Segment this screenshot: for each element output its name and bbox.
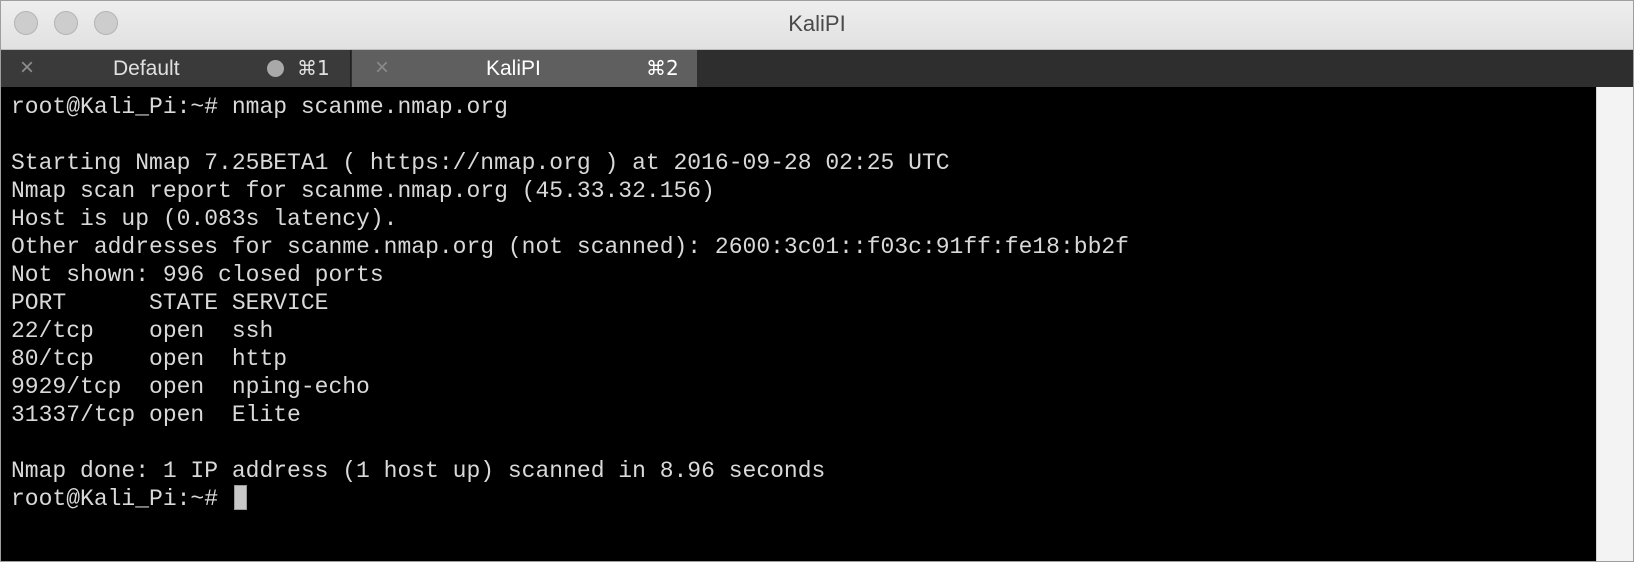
terminal-line: root@Kali_Pi:~# nmap scanme.nmap.org <box>11 94 508 120</box>
terminal-line: 22/tcp open ssh <box>11 318 274 344</box>
terminal-line: Starting Nmap 7.25BETA1 ( https://nmap.o… <box>11 150 950 176</box>
close-tab-icon[interactable]: × <box>15 56 39 80</box>
close-tab-icon[interactable]: × <box>370 56 394 80</box>
tab-default[interactable]: × Default ⌘1 <box>1 50 351 87</box>
tab-shortcut: ⌘1 <box>297 56 330 80</box>
terminal-line: Nmap done: 1 IP address (1 host up) scan… <box>11 458 826 484</box>
tab-kalipi[interactable]: × KaliPI ⌘2 <box>352 50 697 87</box>
terminal-line: Host is up (0.083s latency). <box>11 206 398 232</box>
terminal-window: KaliPI × Default ⌘1 × KaliPI ⌘2 root@Kal… <box>0 0 1634 562</box>
terminal-line: Nmap scan report for scanme.nmap.org (45… <box>11 178 715 204</box>
tab-shortcut: ⌘2 <box>646 56 679 80</box>
prompt-line[interactable]: root@Kali_Pi:~# <box>11 485 1129 513</box>
text-cursor <box>233 485 247 510</box>
shell-prompt: root@Kali_Pi:~# <box>11 486 232 512</box>
window-title: KaliPI <box>788 11 846 36</box>
vertical-scrollbar[interactable] <box>1596 87 1633 561</box>
terminal-line: Other addresses for scanme.nmap.org (not… <box>11 234 1129 260</box>
tab-bar: × Default ⌘1 × KaliPI ⌘2 <box>1 49 1633 87</box>
activity-indicator-icon <box>267 60 284 77</box>
terminal-line: 80/tcp open http <box>11 346 288 372</box>
tab-title: Default <box>113 57 180 80</box>
terminal-output[interactable]: root@Kali_Pi:~# nmap scanme.nmap.org Sta… <box>1 87 1596 561</box>
terminal-line: 31337/tcp open Elite <box>11 402 301 428</box>
terminal-line: PORT STATE SERVICE <box>11 290 329 316</box>
terminal-line: Not shown: 996 closed ports <box>11 262 384 288</box>
tab-title: KaliPI <box>486 57 541 80</box>
terminal-line: 9929/tcp open nping-echo <box>11 374 370 400</box>
title-bar[interactable]: KaliPI <box>1 1 1633 49</box>
